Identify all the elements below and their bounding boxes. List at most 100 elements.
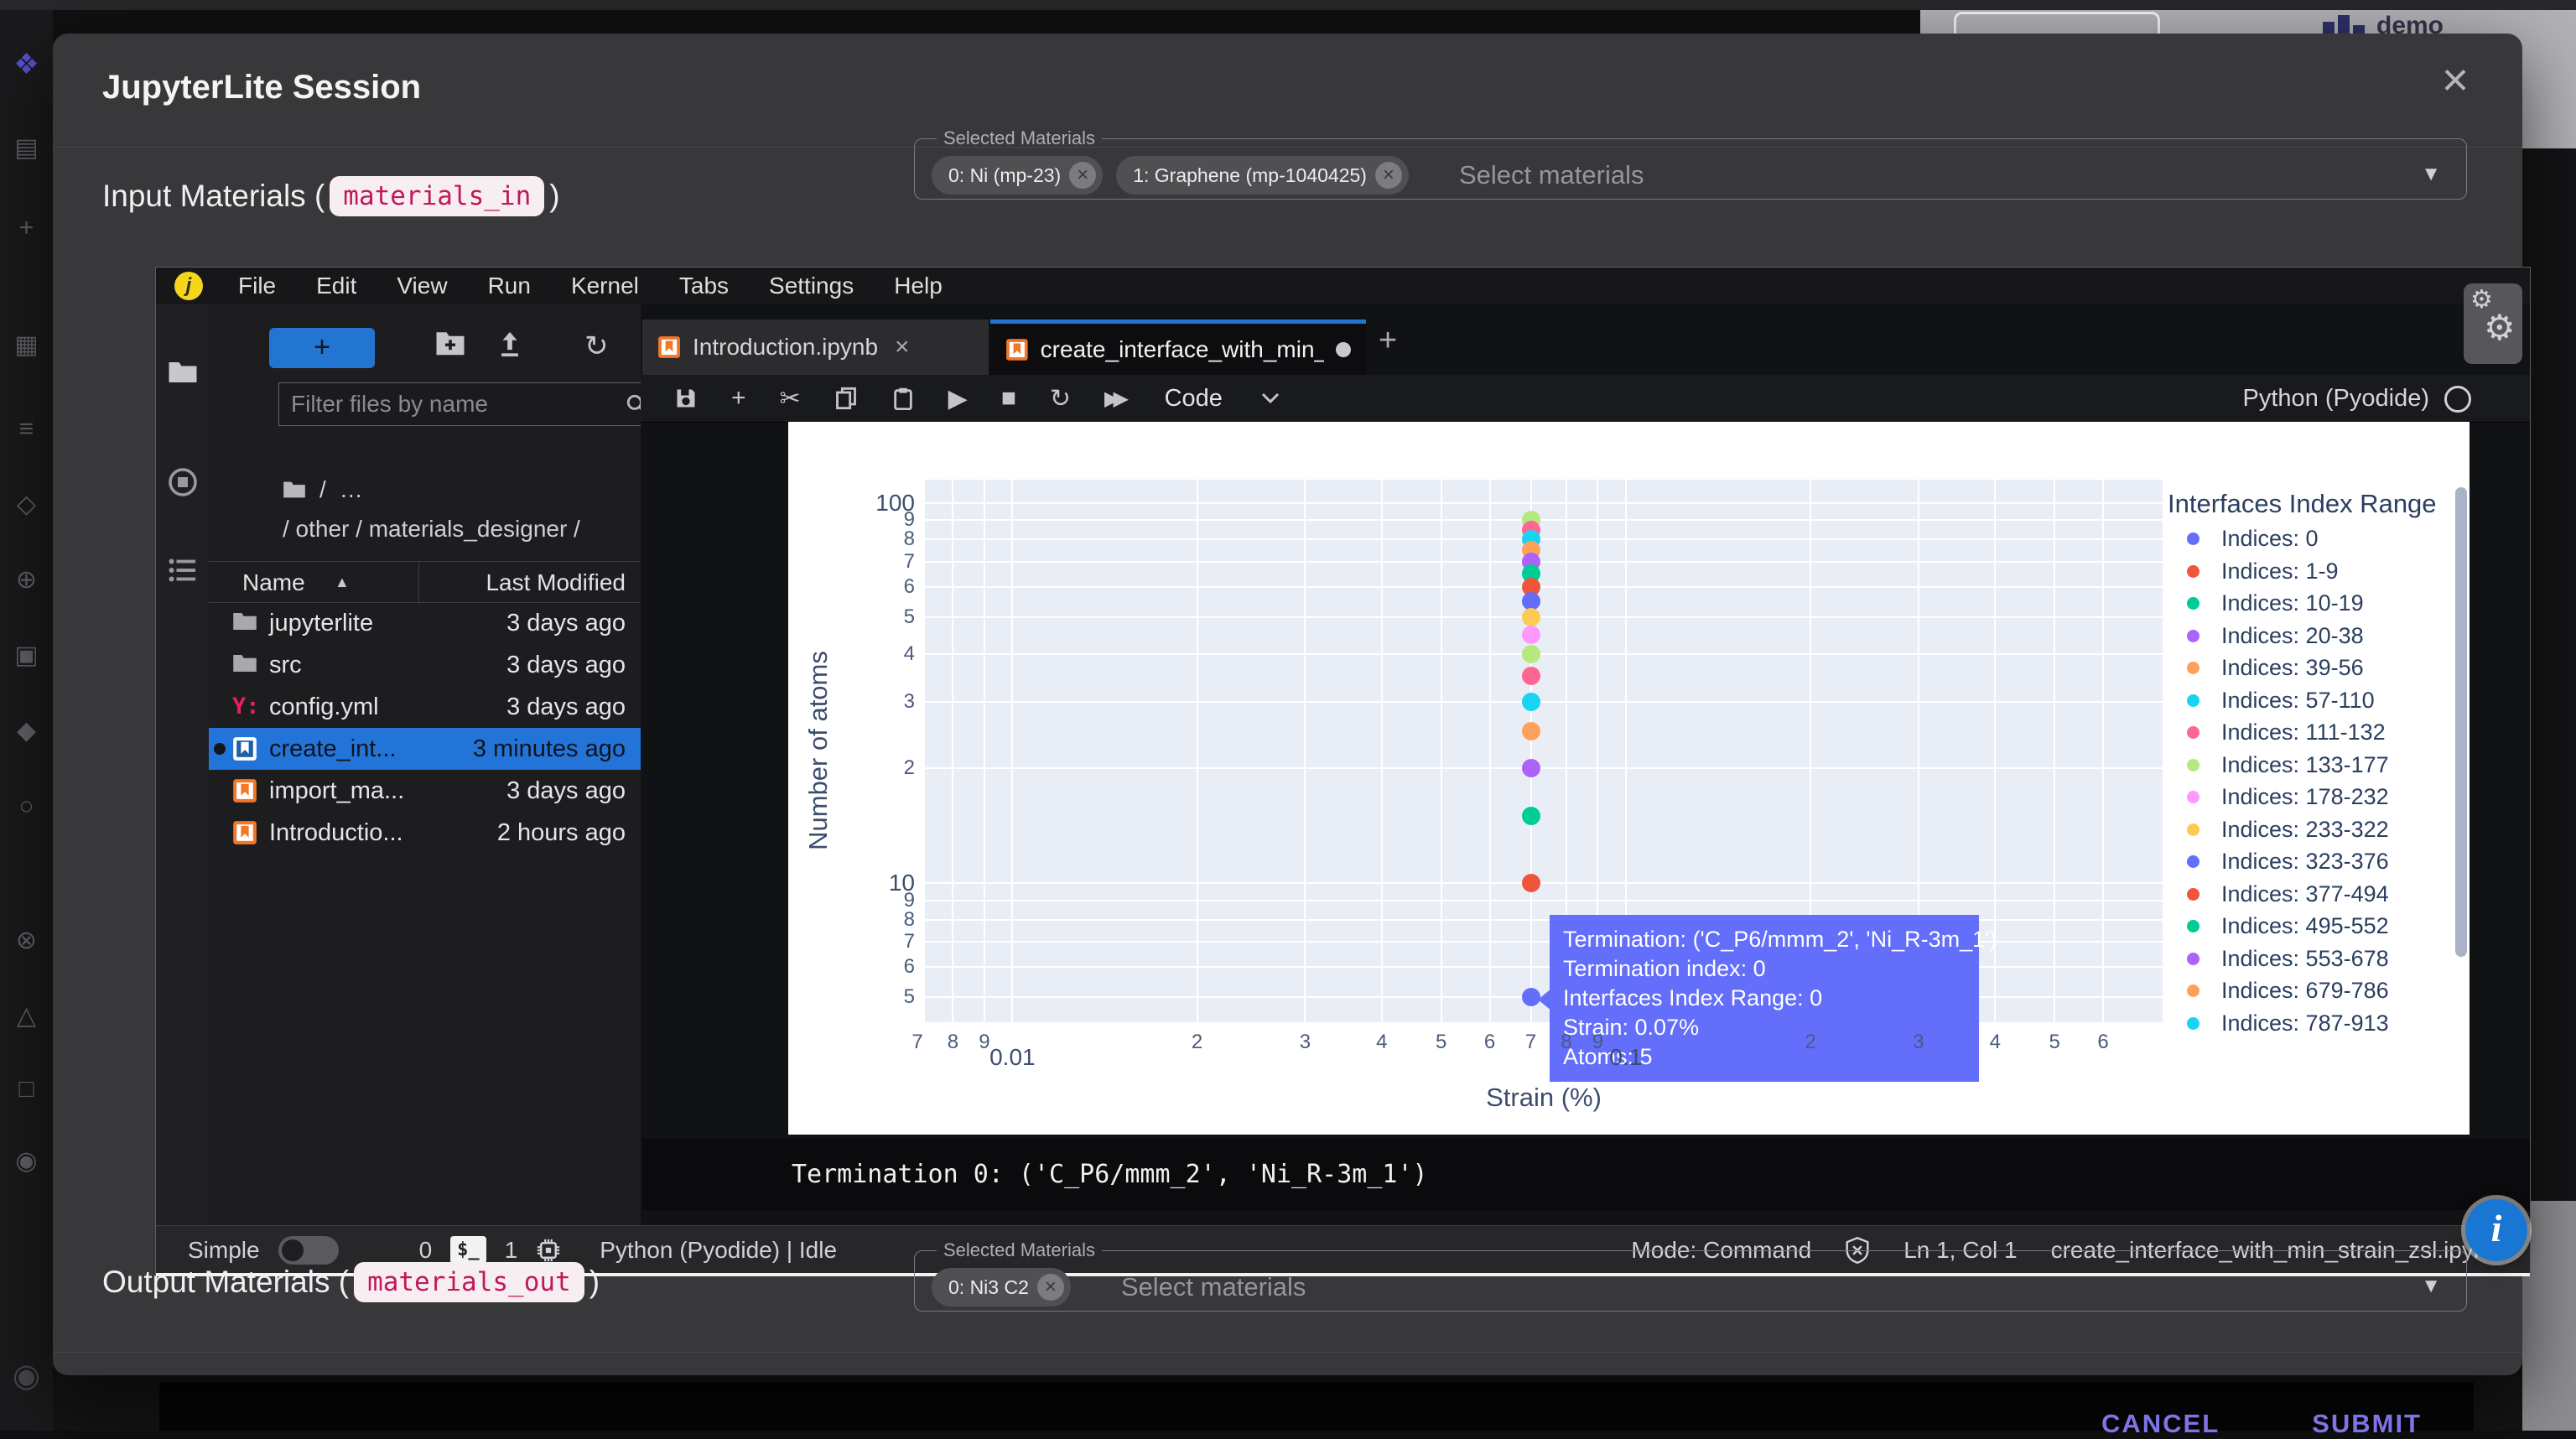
legend-item[interactable]: Indices: 133-177 xyxy=(2187,752,2389,778)
filter-files-input[interactable]: Filter files by name xyxy=(278,382,660,426)
list-icon[interactable]: ≡ xyxy=(0,417,53,442)
legend-item[interactable]: Indices: 233-322 xyxy=(2187,817,2389,843)
tab-close-icon[interactable]: × xyxy=(895,333,910,361)
triangle-icon[interactable]: △ xyxy=(0,1004,53,1029)
chip-remove-icon[interactable]: × xyxy=(1375,162,1402,189)
file-row[interactable]: Introductio...2 hours ago xyxy=(209,812,641,854)
output-selected-materials-field[interactable]: Selected Materials 0: Ni3 C2× Select mat… xyxy=(914,1239,2467,1312)
tab-create-interface-active[interactable]: create_interface_with_min_ xyxy=(990,319,1366,375)
close-icon[interactable]: × xyxy=(2426,50,2485,109)
file-row[interactable]: import_ma...3 days ago xyxy=(209,770,641,812)
app-logo-icon[interactable]: ❖ xyxy=(0,50,53,79)
info-button[interactable]: i xyxy=(2465,1199,2527,1261)
tab-label[interactable]: create_interface_with_min_ xyxy=(1041,336,1324,363)
cancel-button[interactable]: CANCEL xyxy=(2101,1409,2220,1439)
add-icon[interactable]: + xyxy=(0,216,53,241)
legend-scrollbar[interactable] xyxy=(2455,487,2467,957)
new-folder-icon[interactable] xyxy=(435,330,465,361)
home-folder-icon[interactable] xyxy=(283,480,306,500)
legend-item[interactable]: Indices: 178-232 xyxy=(2187,784,2389,810)
table-of-contents-icon[interactable] xyxy=(168,556,198,589)
sort-ascending-icon[interactable]: ▲ xyxy=(335,574,350,591)
menu-settings[interactable]: Settings xyxy=(749,273,874,299)
legend-item[interactable]: Indices: 679-786 xyxy=(2187,978,2389,1004)
data-point[interactable] xyxy=(1522,874,1540,892)
legend-item[interactable]: Indices: 57-110 xyxy=(2187,688,2375,714)
restart-kernel-icon[interactable]: ↻ xyxy=(1050,384,1071,413)
chevron-down-icon[interactable]: ▼ xyxy=(2421,1275,2441,1298)
circle-icon[interactable]: ○ xyxy=(0,794,53,819)
chevron-down-icon[interactable] xyxy=(1261,392,1280,404)
chevron-down-icon[interactable]: ▼ xyxy=(2421,163,2441,186)
menu-edit[interactable]: Edit xyxy=(296,273,377,299)
legend-item[interactable]: Indices: 495-552 xyxy=(2187,913,2389,939)
cut-cells-icon[interactable]: ✂ xyxy=(780,384,801,413)
column-last-modified[interactable]: Last Modified xyxy=(486,569,626,596)
restart-run-all-icon[interactable]: ▶▶ xyxy=(1104,387,1121,411)
materials-icon[interactable]: ▦ xyxy=(0,333,53,358)
legend-item[interactable]: Indices: 787-913 xyxy=(2187,1010,2389,1036)
cell-type-select[interactable]: Code xyxy=(1165,385,1223,413)
submit-button[interactable]: SUBMIT xyxy=(2312,1409,2422,1439)
plus-circle-icon[interactable]: ⊕ xyxy=(0,568,53,593)
data-point[interactable] xyxy=(1522,807,1540,825)
chip-remove-icon[interactable]: × xyxy=(1037,1274,1064,1301)
upload-icon[interactable] xyxy=(496,330,524,362)
tab-introduction-ipynb[interactable]: Introduction.ipynb × xyxy=(642,319,989,375)
menu-kernel[interactable]: Kernel xyxy=(551,273,659,299)
breadcrumb[interactable]: / … xyxy=(283,476,363,503)
unsaved-changes-icon[interactable] xyxy=(1336,342,1351,357)
legend-item[interactable]: Indices: 10-19 xyxy=(2187,590,2364,616)
file-row[interactable]: jupyterlite3 days ago xyxy=(209,602,641,644)
paste-cells-icon[interactable] xyxy=(891,387,915,410)
new-launcher-button[interactable]: + xyxy=(269,328,375,368)
breadcrumb-ellipsis[interactable]: … xyxy=(340,476,363,503)
grid-icon[interactable]: ▣ xyxy=(0,643,53,668)
kernel-status-label[interactable]: Python (Pyodide) | Idle xyxy=(600,1237,837,1264)
data-point[interactable] xyxy=(1522,626,1540,644)
menu-view[interactable]: View xyxy=(377,273,467,299)
new-tab-icon[interactable]: + xyxy=(1379,323,1397,359)
copy-cells-icon[interactable] xyxy=(834,387,858,410)
simple-mode-toggle[interactable] xyxy=(278,1236,339,1265)
data-point[interactable] xyxy=(1522,645,1540,663)
chip-remove-icon[interactable]: × xyxy=(1069,162,1096,189)
menu-run[interactable]: Run xyxy=(468,273,551,299)
legend-item[interactable]: Indices: 553-678 xyxy=(2187,946,2389,972)
legend-item[interactable]: Indices: 323-376 xyxy=(2187,849,2389,875)
running-kernels-icon[interactable] xyxy=(168,467,198,501)
add-cell-icon[interactable]: + xyxy=(731,384,746,413)
legend-item[interactable]: Indices: 39-56 xyxy=(2187,655,2364,681)
input-selected-materials-field[interactable]: Selected Materials 0: Ni (mp-23)×1: Grap… xyxy=(914,127,2467,200)
kernel-indicator[interactable]: Python (Pyodide) xyxy=(2243,385,2471,413)
refresh-icon[interactable]: ↻ xyxy=(584,330,609,363)
data-point-hovered[interactable] xyxy=(1522,988,1540,1006)
legend-item[interactable]: Indices: 111-132 xyxy=(2187,720,2386,745)
material-chip[interactable]: 0: Ni3 C2× xyxy=(932,1268,1071,1307)
terminal-icon[interactable]: $_ xyxy=(450,1236,486,1264)
menu-tabs[interactable]: Tabs xyxy=(659,273,749,299)
file-row[interactable]: src3 days ago xyxy=(209,644,641,686)
menu-file[interactable]: File xyxy=(218,273,296,299)
gem-icon[interactable]: ◆ xyxy=(0,719,53,744)
run-cell-icon[interactable]: ▶ xyxy=(948,384,968,413)
tab-label[interactable]: Introduction.ipynb xyxy=(693,334,878,361)
breadcrumb-path[interactable]: / other / materials_designer / xyxy=(283,516,580,543)
legend-item[interactable]: Indices: 1-9 xyxy=(2187,558,2339,584)
column-name[interactable]: Name xyxy=(242,569,305,596)
file-row[interactable]: Y:config.yml3 days ago xyxy=(209,686,641,728)
material-chip[interactable]: 0: Ni (mp-23)× xyxy=(932,156,1103,195)
stop-kernel-icon[interactable]: ■ xyxy=(1001,384,1016,413)
diamond-icon[interactable]: ◇ xyxy=(0,492,53,517)
settings-gears-button[interactable]: ⚙ ⚙ xyxy=(2464,283,2522,364)
data-point[interactable] xyxy=(1522,722,1540,740)
data-point[interactable] xyxy=(1522,608,1540,626)
menu-help[interactable]: Help xyxy=(874,273,963,299)
data-point[interactable] xyxy=(1522,693,1540,711)
material-chip[interactable]: 1: Graphene (mp-1040425)× xyxy=(1116,156,1409,195)
legend-item[interactable]: Indices: 377-494 xyxy=(2187,881,2389,907)
data-point[interactable] xyxy=(1522,667,1540,685)
jupyterlite-logo-icon[interactable]: j xyxy=(174,272,203,300)
breadcrumb-root[interactable]: / xyxy=(319,476,326,503)
legend-item[interactable]: Indices: 0 xyxy=(2187,526,2319,552)
